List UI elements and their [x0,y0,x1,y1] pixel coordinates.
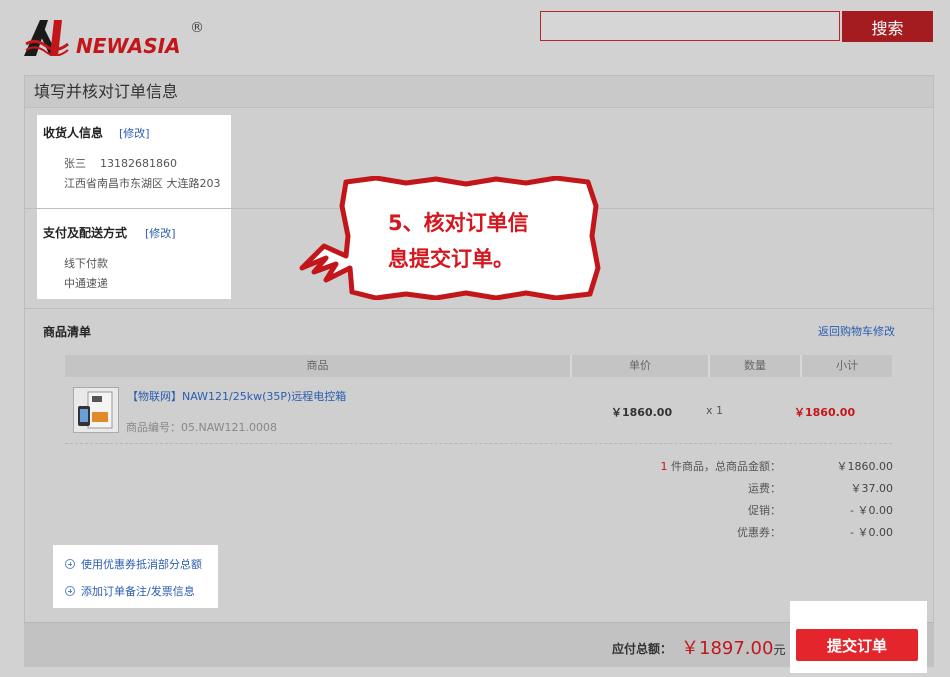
back-to-cart-link[interactable]: 返回购物车修改 [818,323,895,339]
col-header-subtotal: 小计 [836,359,858,372]
summary-shipping-label: 运费： [748,482,781,495]
total-label: 应付总额： [612,642,673,656]
plus-circle-icon [65,559,75,569]
payment-method: 线下付款 [64,257,108,270]
goods-table-header: 商品 单价 数量 小计 [65,355,892,377]
section-divider [24,308,934,309]
plus-circle-icon [65,586,75,596]
address-payment-highlight [37,115,231,299]
summary-goods-total: ￥1860.00 [836,460,894,473]
row-separator [65,443,892,444]
brand-logo[interactable]: NEWASIA ® [24,14,214,60]
add-remark-option[interactable]: 添加订单备注/发票信息 [65,583,195,599]
payment-edit-link[interactable]: [修改] [145,225,176,241]
total-value: ￥1897.00 [681,638,774,659]
col-header-price: 单价 [629,359,651,372]
brand-name: NEWASIA [76,34,181,58]
search-button[interactable]: 搜索 [842,11,933,42]
callout-line-2: 息提交订单。 [388,247,514,271]
callout-line-1: 5、核对订单信 [388,211,529,235]
product-price: ￥1860.00 [611,406,673,419]
summary-promo: - ￥0.00 [850,504,893,517]
total-amount: ￥1897.00元 [681,634,785,660]
summary-promo-label: 促销： [748,504,781,517]
summary-count-text: 件商品，总商品金额： [667,460,781,473]
summary-coupon: - ￥0.00 [850,526,893,539]
logo-mark-icon [24,20,69,56]
registered-mark: ® [190,20,204,36]
product-thumbnail[interactable] [73,387,119,433]
product-qty: x 1 [706,404,724,417]
total-unit: 元 [773,643,786,657]
summary-count-label: 1 件商品，总商品金额： [581,458,782,474]
use-coupon-label: 使用优惠券抵消部分总额 [81,558,202,571]
payment-title: 支付及配送方式 [43,226,128,240]
page-title: 填写并核对订单信息 [25,76,933,108]
search-input[interactable] [540,11,840,41]
callout-text: 5、核对订单信 息提交订单。 [388,205,588,277]
add-remark-label: 添加订单备注/发票信息 [81,585,195,598]
consignee-name-phone: 张三 13182681860 [64,157,177,170]
product-image-icon [78,391,113,429]
consignee-edit-link[interactable]: [修改] [119,125,150,141]
summary-coupon-label: 优惠券： [737,526,781,539]
summary-shipping: ￥37.00 [850,482,894,495]
product-name-link[interactable]: 【物联网】NAW121/25kw(35P)远程电控箱 [127,388,346,404]
col-header-qty: 数量 [744,359,766,372]
shipping-method: 中通速递 [64,277,108,290]
consignee-title: 收货人信息 [43,126,104,140]
use-coupon-option[interactable]: 使用优惠券抵消部分总额 [65,556,202,572]
consignee-address: 江西省南昌市东湖区 大连路203 [64,177,221,190]
summary-count: 1 [660,460,668,473]
submit-order-button[interactable]: 提交订单 [796,629,918,661]
product-subtotal: ￥1860.00 [794,406,856,419]
goods-title: 商品清单 [43,325,92,339]
product-code: 商品编号：05.NAW121.0008 [126,421,278,434]
col-header-product: 商品 [306,359,329,372]
